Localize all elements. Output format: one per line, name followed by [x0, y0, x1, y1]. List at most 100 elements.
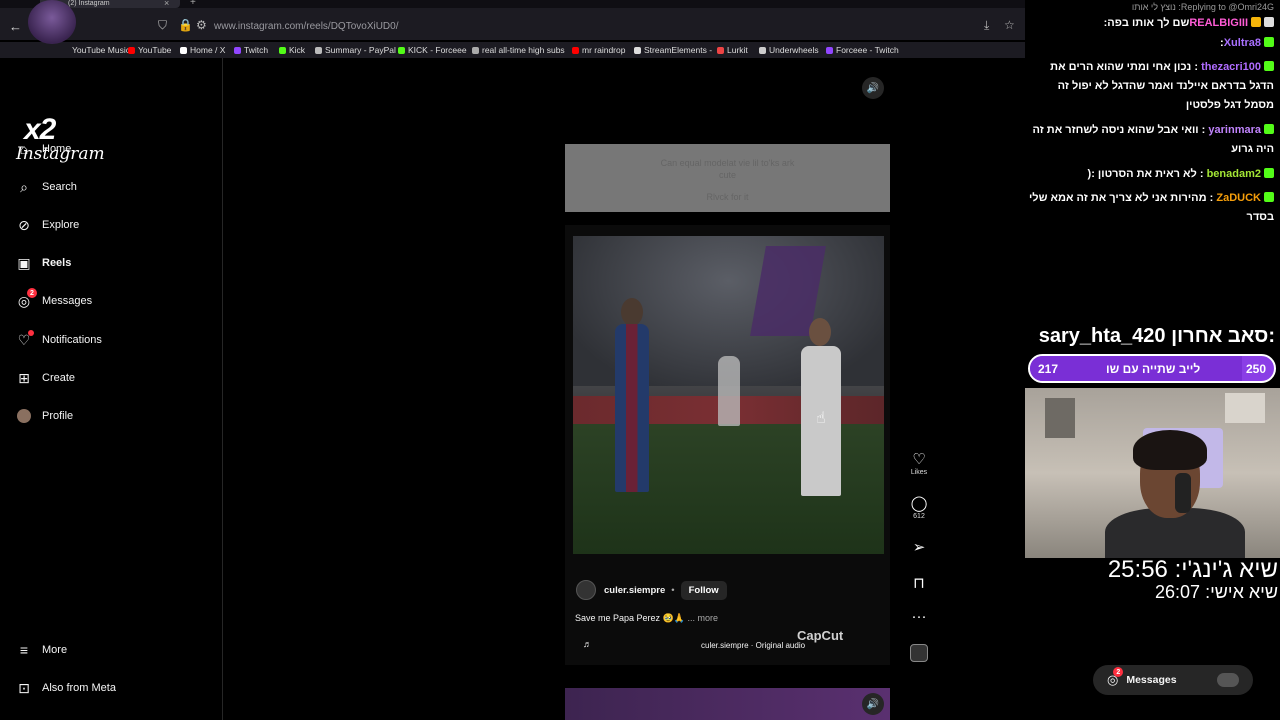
messages-pill-button[interactable]: ◎ 2 Messages [1093, 665, 1253, 695]
video-player-barcelona [615, 324, 649, 492]
save-button[interactable]: ⊓ [905, 574, 933, 592]
back-arrow-icon[interactable]: ← [9, 19, 22, 34]
author-avatar[interactable] [576, 580, 596, 600]
author-name[interactable]: culer.siempre [604, 585, 665, 596]
hand-cursor-icon: ☝ [816, 410, 826, 427]
sound-icon[interactable]: 🔊 [862, 693, 884, 715]
nav-search[interactable]: ⌕ Search [16, 175, 206, 199]
caption-more-link[interactable]: ... more [687, 613, 718, 623]
stream-chat-overlay: Replying to @Omri24G: נוצץ לי אותו REALB… [1025, 0, 1280, 330]
goal-progress-bar: 217 לייב שתייה עם שו 250 [1028, 354, 1276, 383]
compass-icon: ⊘ [18, 216, 30, 233]
microphone-icon [1175, 473, 1191, 513]
reel-video[interactable] [573, 236, 884, 554]
nav-notifications[interactable]: ♡ Notifications [16, 328, 206, 352]
nav-profile[interactable]: Profile [16, 404, 206, 428]
url-text[interactable]: www.instagram.com/reels/DQTovoXiUD0/ [214, 21, 399, 32]
chat-message: benadam2 : לא ראית את הסרטון :( [1029, 165, 1274, 184]
download-icon[interactable]: ⤓ [984, 18, 989, 33]
goal-target: 250 [1245, 362, 1266, 376]
bookmark-item[interactable]: StreamElements - [634, 45, 712, 55]
kick-icon [1264, 61, 1274, 71]
x-icon [180, 47, 187, 54]
reel-caption: Save me Papa Perez 🥹🙏 ... more [575, 613, 718, 623]
url-bar[interactable]: ⛉ 🔒 ⚙ www.instagram.com/reels/DQTovoXiUD… [150, 16, 1020, 38]
next-reel-preview[interactable] [565, 688, 890, 720]
chat-message: Xultra8: [1029, 34, 1274, 53]
nav-create[interactable]: ⊞ Create [16, 366, 206, 390]
shield-icon[interactable]: ⛉ [158, 18, 167, 33]
nav-reels[interactable]: ▣ Reels [16, 251, 206, 275]
lurkit-icon [717, 47, 724, 54]
paypal-icon [315, 47, 322, 54]
nav-explore[interactable]: ⊘ Explore [16, 213, 206, 237]
search-icon: ⌕ [20, 178, 28, 195]
more-options-button[interactable]: ··· [905, 608, 933, 625]
messenger-icon: ◎ 2 [1107, 667, 1124, 688]
record-team-timer: שיא ג'ינג'י: 25:56 [1107, 556, 1278, 583]
bookmark-item[interactable]: Kick [279, 45, 305, 55]
reels-icon: ▣ [17, 254, 31, 271]
bookmark-item[interactable]: mr raindrop [572, 45, 625, 55]
audio-thumbnail[interactable] [910, 644, 928, 662]
comment-button[interactable]: ◯ 612 [905, 494, 933, 520]
nav-also-from-meta[interactable]: ⊡ Also from Meta [16, 676, 206, 700]
messages-badge: 2 [27, 288, 37, 298]
message-avatars [1217, 673, 1239, 687]
nav-more[interactable]: ≡ More [16, 638, 206, 662]
chat-message: yarinmara : וואי אבל שהוא ניסה לשחזר את … [1032, 124, 1274, 155]
tab-title: (2) Instagram [68, 0, 110, 7]
twitch-icon [234, 47, 241, 54]
permissions-icon[interactable]: ⚙ [196, 18, 207, 32]
bookmark-item[interactable]: YouTube Music [72, 45, 130, 55]
bookmark-item[interactable]: Forceee - Twitch [826, 45, 899, 55]
reply-header: Replying to @Omri24G: נוצץ לי אותו [1131, 2, 1274, 12]
bookmark-item[interactable]: real all-time high subs [472, 45, 565, 55]
bookmarks-bar: YouTube Music YouTube Home / X Twitch Ki… [0, 42, 1025, 58]
tab-close-icon[interactable]: × [164, 0, 169, 8]
video-player-head [621, 298, 643, 326]
comment-icon: ◯ [910, 495, 928, 512]
chat-message: ZaDUCK : מהירות אני לא צריך את זה אמא של… [1028, 192, 1274, 223]
kick-icon [1264, 192, 1274, 202]
record-personal-timer: שיא אישי: 26:07 [1155, 582, 1278, 602]
like-button[interactable]: ♡ Likes [905, 450, 933, 476]
badge-icon [1264, 17, 1274, 27]
audio-row[interactable]: ♬ culer.siempre · Original audio [575, 638, 887, 652]
lock-icon[interactable]: 🔒 [178, 18, 193, 32]
sound-icon[interactable]: 🔊 [862, 77, 884, 99]
goal-current: 217 [1038, 362, 1059, 376]
avatar-icon [16, 408, 32, 424]
kick-icon [1264, 124, 1274, 134]
ellipsis-icon: ··· [911, 608, 927, 625]
nav-home[interactable]: ⌂ Home [16, 137, 206, 161]
reel-author-row: culer.siempre • Follow [576, 580, 727, 600]
instagram-sidebar: x2 Instagram ⌂ Home ⌕ Search ⊘ Explore ▣… [0, 58, 223, 720]
bookmark-item[interactable]: Summary - PayPal [315, 45, 396, 55]
follow-button[interactable]: Follow [680, 580, 727, 600]
underwheels-icon [759, 47, 766, 54]
bookmark-item[interactable]: Twitch [234, 45, 268, 55]
home-icon: ⌂ [19, 141, 29, 157]
bookmark-item[interactable]: Home / X [180, 45, 225, 55]
chart-icon [472, 47, 479, 54]
bookmark-star-icon[interactable]: ☆ [1004, 18, 1015, 32]
grid-icon: ⊡ [18, 679, 30, 696]
bookmark-item[interactable]: Lurkit [717, 45, 748, 55]
streamelements-icon [634, 47, 641, 54]
send-icon: ➢ [912, 539, 926, 556]
youtube-icon [572, 47, 579, 54]
last-sub-widget: sary_hta_420 סאב אחרון: [1038, 325, 1275, 347]
kick-icon [398, 47, 405, 54]
heart-icon: ♡ [912, 451, 926, 468]
video-player-head [809, 318, 831, 346]
bookmark-item[interactable]: YouTube [128, 45, 171, 55]
bookmark-item[interactable]: Underwheels [759, 45, 819, 55]
tab-strip: (2) Instagram × + [0, 0, 1025, 8]
new-tab-icon[interactable]: + [190, 0, 196, 8]
nav-messages[interactable]: ◎ 2 Messages [16, 288, 206, 313]
heart-icon: ♡ [16, 330, 34, 348]
share-button[interactable]: ➢ [905, 538, 933, 556]
streamer-avatar-overlay [28, 0, 76, 44]
bookmark-item[interactable]: KICK - Forceee [398, 45, 467, 55]
